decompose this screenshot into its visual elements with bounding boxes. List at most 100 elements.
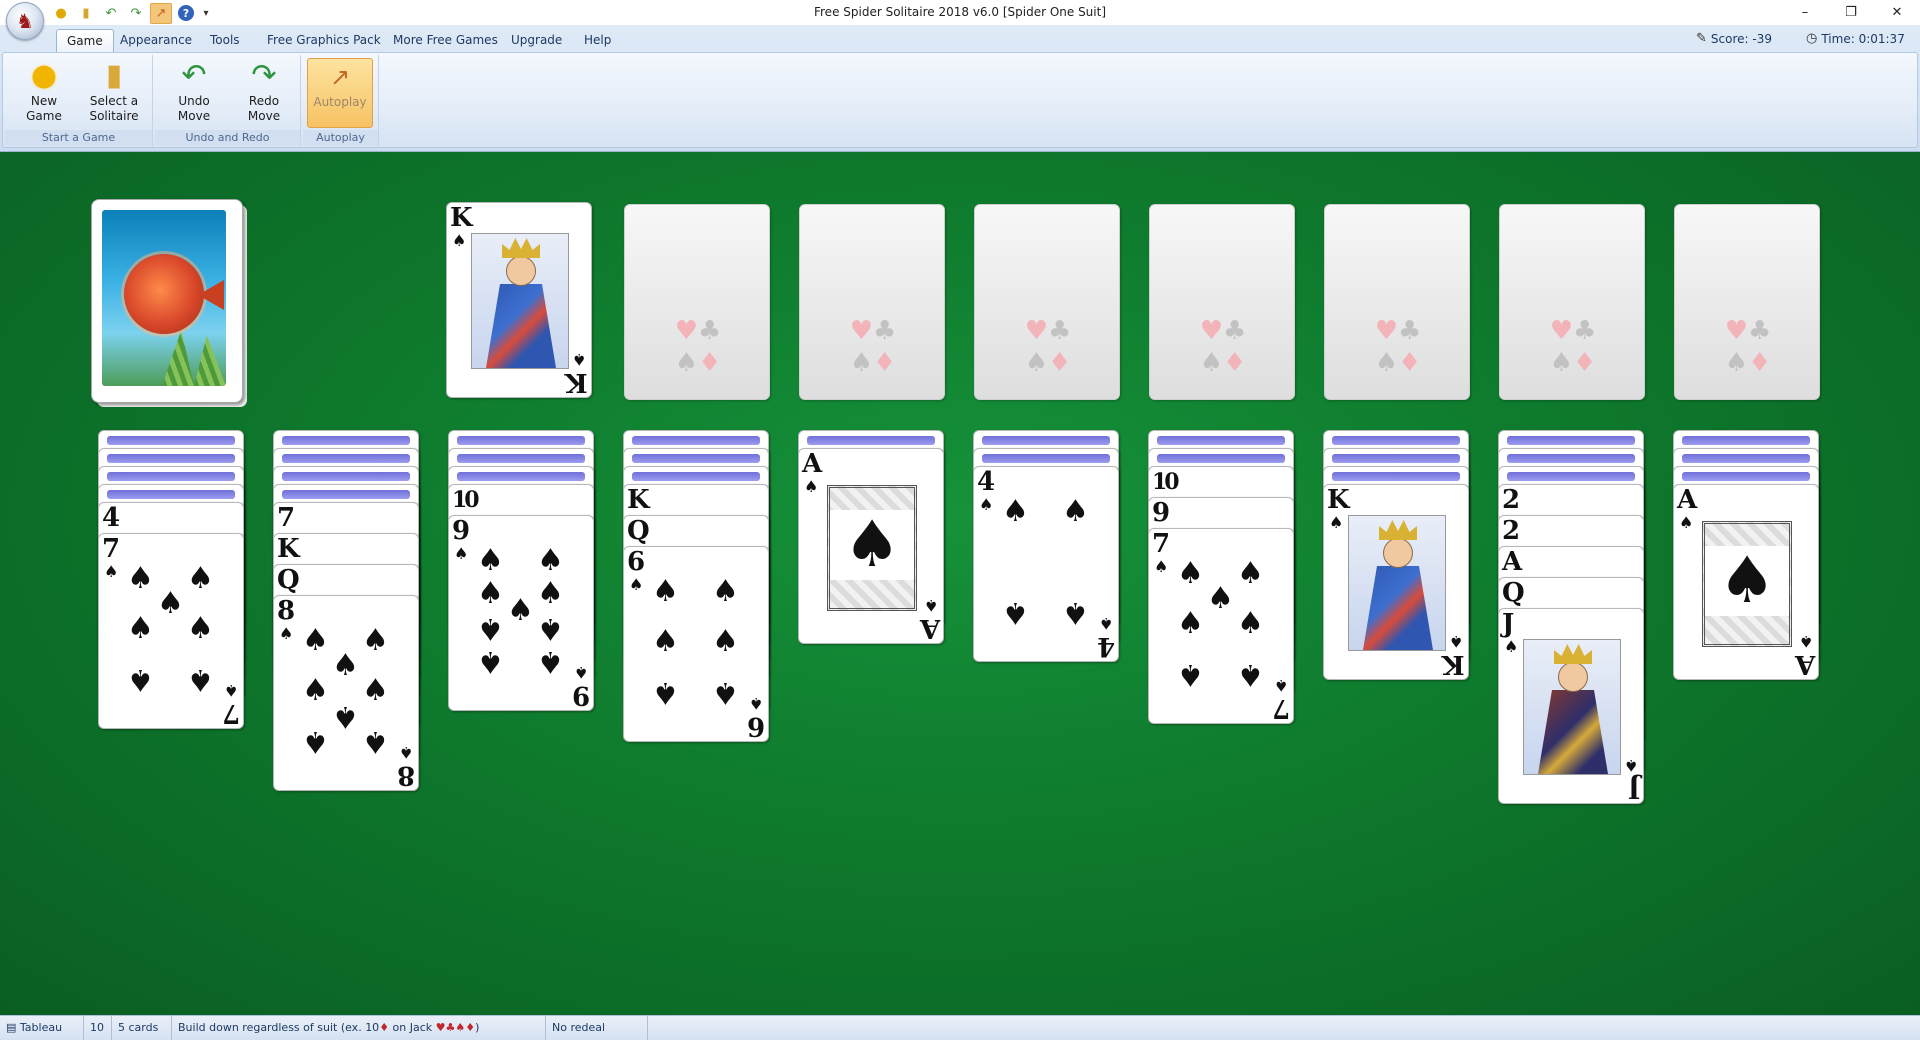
playing-card[interactable]: A♠♠A♠ (1673, 484, 1819, 680)
close-button[interactable]: ✕ (1874, 0, 1920, 25)
spade-pip-icon: ♠ (127, 662, 154, 697)
spade-icon: ♠ (573, 663, 588, 682)
card-rank-bottom: 4 (1096, 631, 1115, 661)
card-rank: 4 (977, 467, 996, 497)
spade-pip-icon: ♠ (332, 699, 359, 734)
tab-game[interactable]: Game (56, 29, 114, 52)
spade-pip-icon: ♠ (652, 624, 679, 659)
card-rank: 7 (1152, 529, 1171, 559)
tab-tools[interactable]: Tools (200, 29, 250, 52)
card-rank-bottom: A (1794, 649, 1815, 679)
spade-pip-icon: ♠ (1237, 556, 1264, 591)
card-rank-bottom: J (1627, 773, 1640, 803)
foundation-slot: ♥♣ ♠♦ (1674, 204, 1820, 400)
playing-card[interactable]: 6 ♠ ♠ ♠ ♠ ♠ ♠ ♠ 6 ♠ (623, 546, 769, 742)
window-controls: – ❐ ✕ (1782, 0, 1920, 25)
card-rank-bottom: K (1442, 649, 1465, 679)
tableau-icon: ▤ (6, 1021, 17, 1034)
spade-pip-icon: ♠ (477, 576, 504, 611)
spade-icon: ♠ (104, 562, 119, 581)
qat-redo-button[interactable]: ↷ (125, 3, 147, 24)
restore-button[interactable]: ❐ (1828, 0, 1874, 25)
spade-icon: ♠ (748, 694, 763, 713)
spade-pip-icon: ♠ (362, 673, 389, 708)
foundation-slot: ♥♣ ♠♦ (624, 204, 770, 400)
card-rank: 7 (277, 503, 296, 533)
spade-pip-icon: ♠ (712, 574, 739, 609)
spade-pip-icon: ♠ (187, 561, 214, 596)
qat-autoplay-button[interactable]: ↗ (150, 2, 172, 24)
spade-icon: ♠ (1154, 557, 1169, 576)
fish-icon (124, 254, 204, 334)
spade-icon: ♠ (1798, 632, 1813, 651)
card-rank: Q (277, 565, 300, 595)
qat-undo-button[interactable]: ↶ (100, 3, 122, 24)
spade-pip-icon: ♠ (127, 611, 154, 646)
card-rank: K (1327, 485, 1350, 515)
qat-customize-button[interactable]: ▾ (200, 3, 212, 24)
status-rule: Build down regardless of suit (ex. 10♦ o… (172, 1016, 546, 1040)
spade-pip-icon: ♠ (302, 724, 329, 759)
spade-pip-icon: ♠ (127, 561, 154, 596)
game-board: K ♠ K ♠ ♥♣♠♦♥♣♠♦♥♣♠♦♥♣♠♦♥♣♠♦♥♣♠♦♥♣♠♦ 4♠♠… (0, 152, 1920, 1015)
group-label-undo-and-redo: Undo and Redo (155, 130, 300, 145)
playing-card[interactable]: 7♠♠♠♠♠♠♠♠7♠ (1148, 528, 1294, 724)
suit-placeholder-icons: ♥♣ ♠♦ (1024, 316, 1072, 378)
undo-icon: ↶ (105, 5, 117, 21)
select-solitaire-button[interactable]: ▮ Select a Solitaire (81, 58, 147, 128)
card-rank-bottom: 7 (1271, 693, 1290, 723)
new-game-button[interactable]: ● New Game (11, 58, 77, 128)
app-menu-button[interactable]: ♞ (6, 2, 44, 40)
autoplay-icon: ↗ (329, 63, 351, 91)
group-autoplay: ↗ Autoplay Autoplay (303, 55, 379, 146)
tab-free-graphics-pack[interactable]: Free Graphics Pack (257, 29, 391, 52)
card-rank: 9 (1152, 498, 1171, 528)
spade-pip-icon: ♠ (1002, 494, 1029, 529)
playing-card[interactable]: A♠♠A♠ (798, 448, 944, 644)
stock-pile[interactable] (91, 199, 243, 403)
foundation-slot: ♥♣ ♠♦ (974, 204, 1120, 400)
quick-access-toolbar: ● ▮ ↶ ↷ ↗ ? ▾ (50, 2, 212, 24)
card-back-art (102, 210, 226, 386)
redo-move-button[interactable]: ↷ Redo Move (231, 58, 297, 128)
card-rank: K (277, 534, 300, 564)
foundation-slot: ♥♣ ♠♦ (1149, 204, 1295, 400)
autoplay-button[interactable]: ↗ Autoplay (307, 58, 373, 128)
spade-icon: ♠ (804, 477, 819, 496)
foundation-slot: ♥♣ ♠♦ (1499, 204, 1645, 400)
tab-help[interactable]: Help (574, 29, 621, 52)
suit-placeholder-icons: ♥♣ ♠♦ (849, 316, 897, 378)
redo-icon: ↷ (251, 58, 277, 93)
card-rank: 2 (1502, 485, 1521, 515)
spade-pip-icon: ♠ (302, 623, 329, 658)
spade-pip-icon: ♠ (507, 593, 534, 628)
spade-pip-icon: ♠ (187, 662, 214, 697)
score-text: Score: -39 (1710, 31, 1772, 46)
playing-card[interactable]: 9♠♠♠♠♠♠♠♠♠♠9♠ (448, 515, 594, 711)
playing-card[interactable]: K♠K♠ (1323, 484, 1469, 680)
qat-new-game-button[interactable]: ● (50, 3, 72, 24)
card-rank: Q (1502, 578, 1525, 608)
playing-card[interactable]: J ♠ J ♠ (1498, 608, 1644, 804)
qat-help-button[interactable]: ? (175, 3, 197, 24)
undo-move-button[interactable]: ↶ Undo Move (161, 58, 227, 128)
playing-card[interactable]: 4♠♠♠♠♠4♠ (973, 466, 1119, 662)
spade-pip-icon: ♠ (187, 611, 214, 646)
spade-pip-icon: ♠ (302, 673, 329, 708)
foundation-completed-king: K ♠ K ♠ (446, 202, 592, 398)
tab-more-free-games[interactable]: More Free Games (383, 29, 508, 52)
card-rank: 4 (102, 503, 121, 533)
status-redeal: No redeal (546, 1016, 648, 1040)
tab-upgrade[interactable]: Upgrade (501, 29, 572, 52)
foundation-slot: ♥♣ ♠♦ (1324, 204, 1470, 400)
score-icon: ✎ (1696, 31, 1707, 46)
spade-icon: ♠ (1329, 513, 1344, 532)
playing-card[interactable]: 7♠♠♠♠♠♠♠♠7♠ (98, 533, 244, 729)
minimize-button[interactable]: – (1782, 0, 1828, 25)
spade-pip-icon: ♠ (477, 611, 504, 646)
title-bar: Free Spider Solitaire 2018 v6.0 [Spider … (0, 0, 1920, 40)
tab-appearance[interactable]: Appearance (110, 29, 202, 52)
qat-select-solitaire-button[interactable]: ▮ (75, 3, 97, 24)
spade-pip-icon: ♠ (537, 543, 564, 578)
playing-card[interactable]: 8 ♠ ♠ ♠ ♠ ♠ ♠ ♠ ♠ ♠ 8 ♠ (273, 595, 419, 791)
